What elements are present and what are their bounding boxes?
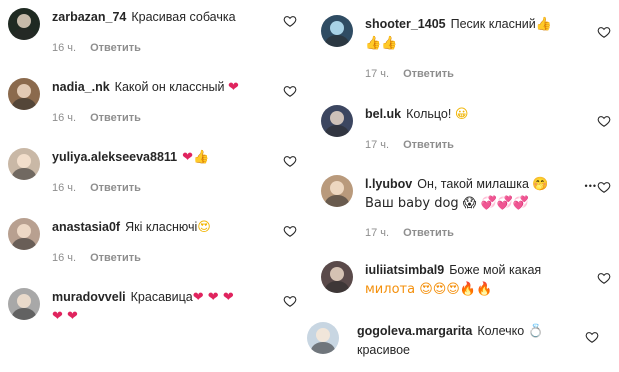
comment-username[interactable]: anastasia0f <box>52 220 120 234</box>
avatar[interactable] <box>321 15 353 47</box>
comment-username[interactable]: gogoleva.margarita <box>357 324 472 338</box>
smile-emoji: 😍 <box>197 220 211 235</box>
avatar[interactable] <box>8 78 40 110</box>
more-options-icon[interactable]: ••• <box>585 181 597 191</box>
comment-body: Боже мой какая <box>449 263 542 277</box>
comment-username[interactable]: muradovveli <box>52 290 126 304</box>
comment-text: iuliiatsimbal9 Боже мой какая милота 😍😍😍🔥… <box>365 261 585 299</box>
comment-text: nadia_.nk Какой он классный ❤ <box>52 78 271 97</box>
like-heart-icon[interactable] <box>283 14 297 28</box>
smile-emoji: 😀 <box>454 107 469 122</box>
avatar[interactable] <box>321 105 353 137</box>
ring-emoji: 💍 <box>527 324 544 339</box>
like-heart-icon[interactable] <box>597 271 611 285</box>
avatar[interactable] <box>307 322 339 354</box>
comment-body-line2: милота 😍😍😍🔥🔥 <box>365 282 493 297</box>
reply-button[interactable]: Ответить <box>90 42 141 54</box>
comment-body: Які класнючі <box>125 220 198 234</box>
comment-body: Красивая собачка <box>131 10 236 24</box>
avatar[interactable] <box>8 8 40 40</box>
thumbs-up-emoji: 👍 <box>535 17 552 32</box>
like-heart-icon[interactable] <box>597 25 611 39</box>
heart-emoji: ❤ <box>227 80 239 95</box>
emoji-group: ❤👍 <box>182 150 210 165</box>
comment-text: bel.uk Кольцо! 😀 <box>365 105 585 124</box>
like-heart-icon[interactable] <box>283 84 297 98</box>
comment-body: Песик класний <box>450 17 536 31</box>
comment-username[interactable]: nadia_.nk <box>52 80 110 94</box>
reply-button[interactable]: Ответить <box>90 182 141 194</box>
reply-button[interactable]: Ответить <box>90 112 141 124</box>
hearts-emoji-line2: ❤ ❤ <box>52 309 78 324</box>
avatar[interactable] <box>8 288 40 320</box>
thumbs-up-emoji-line2: 👍👍 <box>365 36 398 51</box>
comment-meta: 17 ч. Ответить <box>365 139 454 151</box>
comment-username[interactable]: bel.uk <box>365 107 401 121</box>
avatar[interactable] <box>8 218 40 250</box>
like-heart-icon[interactable] <box>283 294 297 308</box>
like-heart-icon[interactable] <box>597 114 611 128</box>
comment-meta: 16 ч. Ответить <box>52 112 141 124</box>
comment-time: 16 ч. <box>52 182 77 194</box>
comment-time: 17 ч. <box>365 139 390 151</box>
comment-body-line2: Ваш baby dog 😱 💞💞💞 <box>365 196 530 211</box>
comment-text: anastasia0f Які класнючі😍 <box>52 218 271 237</box>
comment-meta: 16 ч. Ответить <box>52 252 141 264</box>
avatar[interactable] <box>321 175 353 207</box>
reply-button[interactable]: Ответить <box>403 68 454 80</box>
comment-username[interactable]: yuliya.alekseeva8811 <box>52 150 177 164</box>
comment-username[interactable]: iuliiatsimbal9 <box>365 263 444 277</box>
comment-text: gogoleva.margarita Колечко 💍 красивое <box>357 322 585 360</box>
comment-username[interactable]: zarbazan_74 <box>52 10 126 24</box>
reply-button[interactable]: Ответить <box>90 252 141 264</box>
comment-time: 16 ч. <box>52 252 77 264</box>
reply-button[interactable]: Ответить <box>403 139 454 151</box>
comment-body: Он, такой милашка <box>417 177 529 191</box>
comment-body: Какой он классный <box>114 80 225 94</box>
comment-meta: 16 ч. Ответить <box>52 182 141 194</box>
comment-body: Красавица <box>130 290 193 304</box>
comment-meta: 17 ч. Ответить <box>365 227 454 239</box>
avatar[interactable] <box>321 261 353 293</box>
comment-text: l.lyubov Он, такой милашка 🤭 Ваш baby dog… <box>365 175 575 213</box>
comment-username[interactable]: l.lyubov <box>365 177 412 191</box>
comment-time: 16 ч. <box>52 112 77 124</box>
comment-text: shooter_1405 Песик класний👍 👍👍 <box>365 15 585 53</box>
reply-button[interactable]: Ответить <box>403 227 454 239</box>
like-heart-icon[interactable] <box>585 330 599 344</box>
comment-body-line2: красивое <box>357 343 411 357</box>
comment-text: zarbazan_74 Красивая собачка <box>52 8 271 27</box>
avatar[interactable] <box>8 148 40 180</box>
comment-meta: 17 ч. Ответить <box>365 68 454 80</box>
comment-text: muradovveli Красавица❤ ❤ ❤ ❤ ❤ <box>52 288 271 326</box>
comment-meta: 16 ч. Ответить <box>52 42 141 54</box>
comment-body: Колечко <box>477 324 525 338</box>
hearts-emoji: ❤ ❤ ❤ <box>192 290 234 305</box>
like-heart-icon[interactable] <box>283 224 297 238</box>
comment-time: 16 ч. <box>52 42 77 54</box>
comment-time: 17 ч. <box>365 68 390 80</box>
comment-username[interactable]: shooter_1405 <box>365 17 446 31</box>
like-heart-icon[interactable] <box>283 154 297 168</box>
comment-text: yuliya.alekseeva8811 ❤👍 <box>52 148 271 167</box>
face-emoji: 🤭 <box>532 177 549 192</box>
comment-time: 17 ч. <box>365 227 390 239</box>
comment-body: Кольцо! <box>406 107 452 121</box>
like-heart-icon[interactable] <box>597 180 611 194</box>
